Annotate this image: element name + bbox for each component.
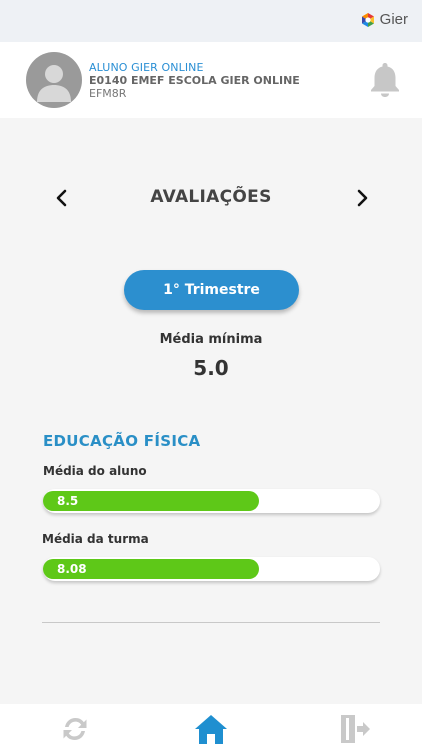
home-icon — [195, 715, 227, 744]
home-button[interactable] — [194, 712, 228, 746]
class-average-label: Média da turma — [42, 532, 149, 546]
sync-button[interactable] — [58, 712, 92, 746]
student-average-fill: 8.5 — [43, 491, 259, 511]
notifications-button[interactable] — [368, 60, 402, 102]
minimum-average-value: 5.0 — [193, 356, 229, 380]
student-name: ALUNO GIER ONLINE — [89, 61, 204, 74]
profile-header: ALUNO GIER ONLINE E0140 EMEF ESCOLA GIER… — [0, 42, 422, 118]
profile-info: ALUNO GIER ONLINE E0140 EMEF ESCOLA GIER… — [89, 61, 300, 101]
gier-logo-icon — [361, 12, 374, 27]
logout-button[interactable] — [338, 712, 372, 746]
minimum-average-label: Média mínima — [159, 332, 263, 347]
class-average-bar: 8.08 — [43, 557, 380, 581]
avatar[interactable] — [26, 52, 82, 108]
sync-icon — [63, 718, 87, 740]
top-bar: Gier — [0, 0, 422, 42]
chevron-right-icon — [357, 189, 368, 207]
next-button[interactable] — [354, 189, 370, 207]
subject-title: EDUCAÇÃO FÍSICA — [43, 432, 201, 450]
divider — [42, 622, 380, 623]
student-average-bar: 8.5 — [43, 489, 380, 513]
class-code: EFM8R — [89, 87, 127, 100]
period-selector-button[interactable]: 1° Trimestre — [124, 270, 299, 310]
class-average-fill: 8.08 — [43, 559, 259, 579]
logout-icon — [341, 715, 370, 743]
brand-name: Gier — [379, 11, 408, 28]
user-silhouette-icon — [37, 65, 71, 102]
student-average-label: Média do aluno — [43, 464, 147, 478]
bell-icon — [371, 63, 399, 97]
bottom-navigation — [0, 704, 422, 750]
school-name: E0140 EMEF ESCOLA GIER ONLINE — [89, 74, 300, 87]
brand-logo: Gier — [360, 11, 408, 28]
